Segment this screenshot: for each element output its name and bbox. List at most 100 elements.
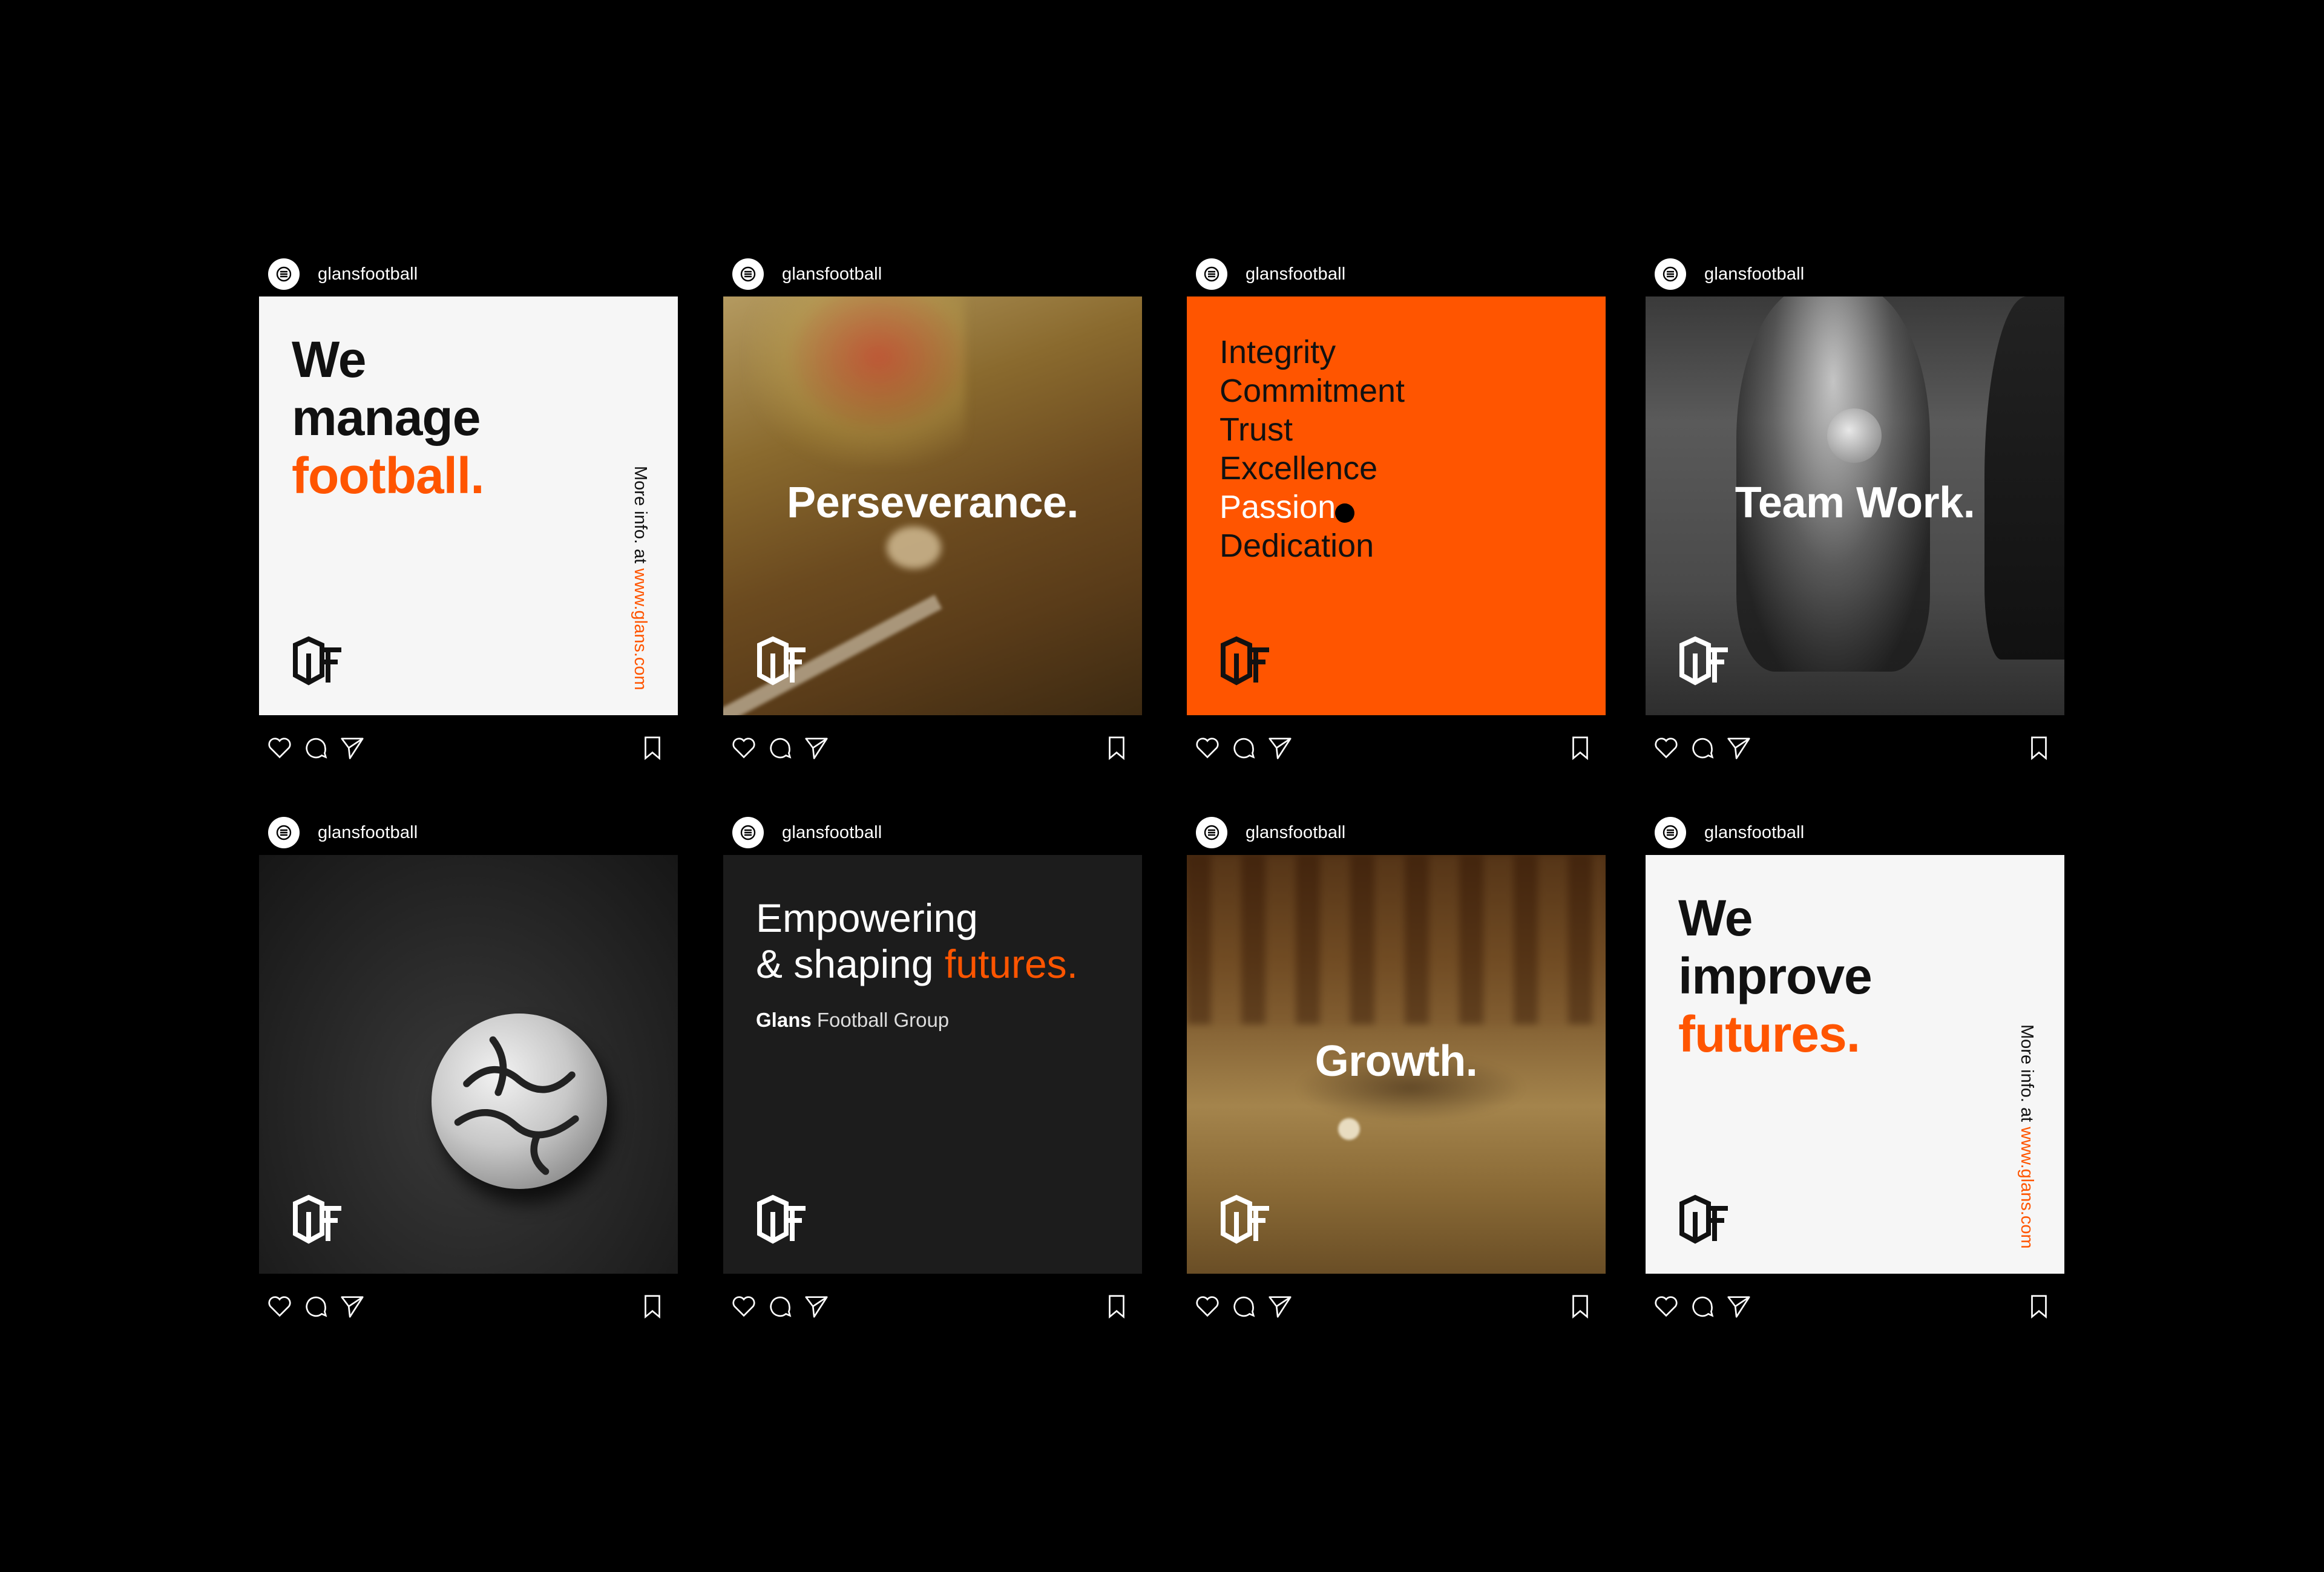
bookmark-icon[interactable]: [1566, 1292, 1595, 1321]
value-item: Passion: [1219, 489, 1336, 525]
headline-accent: football.: [292, 447, 485, 504]
values-list: Integrity Commitment Trust Excellence Pa…: [1219, 333, 1405, 565]
headline-line: manage: [292, 389, 481, 446]
post-caption: Team Work.: [1735, 479, 1975, 527]
website-link[interactable]: www.glans.com: [631, 568, 650, 690]
comment-icon[interactable]: [1229, 733, 1258, 762]
post-card[interactable]: Team Work.: [1646, 296, 2064, 715]
heart-icon[interactable]: [729, 1292, 758, 1321]
send-icon[interactable]: [1265, 1292, 1295, 1321]
glans-logo-icon: [293, 1194, 341, 1244]
post-actions: [1646, 733, 2064, 767]
post-header: glansfootball: [732, 257, 882, 291]
heart-icon[interactable]: [1652, 733, 1681, 762]
post-actions: [723, 733, 1142, 767]
avatar[interactable]: [268, 258, 300, 290]
brand-mark-icon: [276, 266, 292, 282]
ball-photo: [1827, 408, 1882, 463]
post-card[interactable]: We improve futures. More info. at www.gl…: [1646, 855, 2064, 1274]
bookmark-icon[interactable]: [2024, 1292, 2053, 1321]
username[interactable]: glansfootball: [318, 823, 418, 843]
comment-icon[interactable]: [301, 733, 330, 762]
username[interactable]: glansfootball: [1704, 264, 1804, 284]
ball-photo: [1338, 1118, 1360, 1140]
bookmark-icon[interactable]: [2024, 733, 2053, 762]
avatar[interactable]: [268, 817, 300, 848]
headline: We manage football.: [292, 330, 485, 505]
bookmark-icon[interactable]: [638, 733, 667, 762]
post-card[interactable]: [259, 855, 678, 1274]
post-header: glansfootball: [268, 257, 418, 291]
post-actions: [1187, 1292, 1606, 1326]
heart-icon[interactable]: [1193, 733, 1222, 762]
avatar[interactable]: [1655, 817, 1686, 848]
heart-icon[interactable]: [1193, 1292, 1222, 1321]
post-caption: Perseverance.: [787, 479, 1078, 527]
group-name: Glans Football Group: [756, 1009, 949, 1032]
post-card[interactable]: Perseverance.: [723, 296, 1142, 715]
post-card[interactable]: Integrity Commitment Trust Excellence Pa…: [1187, 296, 1606, 715]
post-actions: [259, 733, 678, 767]
headline-line: & shaping: [756, 942, 934, 986]
glans-logo-icon: [1221, 636, 1269, 686]
website-link[interactable]: www.glans.com: [2017, 1127, 2037, 1248]
post-header: glansfootball: [1196, 257, 1345, 291]
heart-icon[interactable]: [265, 733, 294, 762]
post-header: glansfootball: [268, 816, 418, 850]
username[interactable]: glansfootball: [318, 264, 418, 284]
headline-line: Empowering: [756, 896, 978, 940]
send-icon[interactable]: [802, 1292, 831, 1321]
bookmark-icon[interactable]: [1102, 1292, 1131, 1321]
post-header: glansfootball: [1196, 816, 1345, 850]
heart-icon[interactable]: [729, 733, 758, 762]
headline: We improve futures.: [1678, 889, 1873, 1063]
send-icon[interactable]: [1724, 1292, 1753, 1321]
send-icon[interactable]: [338, 733, 367, 762]
glans-logo-icon: [1679, 636, 1728, 686]
username[interactable]: glansfootball: [782, 264, 882, 284]
more-info-text: More info. at www.glans.com: [2017, 1024, 2037, 1249]
username[interactable]: glansfootball: [782, 823, 882, 843]
brand-mark-icon: [1663, 825, 1678, 840]
post-card[interactable]: Growth.: [1187, 855, 1606, 1274]
more-info-label: More info. at: [631, 466, 650, 569]
post-caption: Growth.: [1315, 1037, 1478, 1086]
heart-icon[interactable]: [1652, 1292, 1681, 1321]
username[interactable]: glansfootball: [1246, 264, 1345, 284]
avatar[interactable]: [1655, 258, 1686, 290]
comment-icon[interactable]: [766, 733, 795, 762]
brand-mark-icon: [276, 825, 292, 840]
send-icon[interactable]: [1265, 733, 1295, 762]
username[interactable]: glansfootball: [1704, 823, 1804, 843]
send-icon[interactable]: [1724, 733, 1753, 762]
brand-mark-icon: [1204, 266, 1219, 282]
heart-icon[interactable]: [265, 1292, 294, 1321]
avatar[interactable]: [732, 817, 764, 848]
bookmark-icon[interactable]: [1566, 733, 1595, 762]
value-item: Integrity: [1219, 334, 1336, 370]
headline-accent: futures.: [1678, 1006, 1860, 1063]
comment-icon[interactable]: [1688, 733, 1717, 762]
avatar[interactable]: [1196, 258, 1227, 290]
username[interactable]: glansfootball: [1246, 823, 1345, 843]
comment-icon[interactable]: [301, 1292, 330, 1321]
comment-icon[interactable]: [766, 1292, 795, 1321]
send-icon[interactable]: [802, 733, 831, 762]
post-card[interactable]: We manage football. More info. at www.gl…: [259, 296, 678, 715]
headline-line: improve: [1678, 948, 1873, 1004]
glans-logo-icon: [757, 1194, 806, 1244]
brand-mark-icon: [1204, 825, 1219, 840]
send-icon[interactable]: [338, 1292, 367, 1321]
avatar[interactable]: [732, 258, 764, 290]
post-card[interactable]: Empowering & shaping futures. Glans Foot…: [723, 855, 1142, 1274]
avatar[interactable]: [1196, 817, 1227, 848]
comment-icon[interactable]: [1229, 1292, 1258, 1321]
glans-logo-icon: [1679, 1194, 1728, 1244]
comment-icon[interactable]: [1688, 1292, 1717, 1321]
more-info-text: More info. at www.glans.com: [630, 466, 650, 690]
post-header: glansfootball: [1655, 257, 1804, 291]
bookmark-icon[interactable]: [1102, 733, 1131, 762]
post-header: glansfootball: [1655, 816, 1804, 850]
bookmark-icon[interactable]: [638, 1292, 667, 1321]
football-pattern: [454, 1036, 579, 1175]
